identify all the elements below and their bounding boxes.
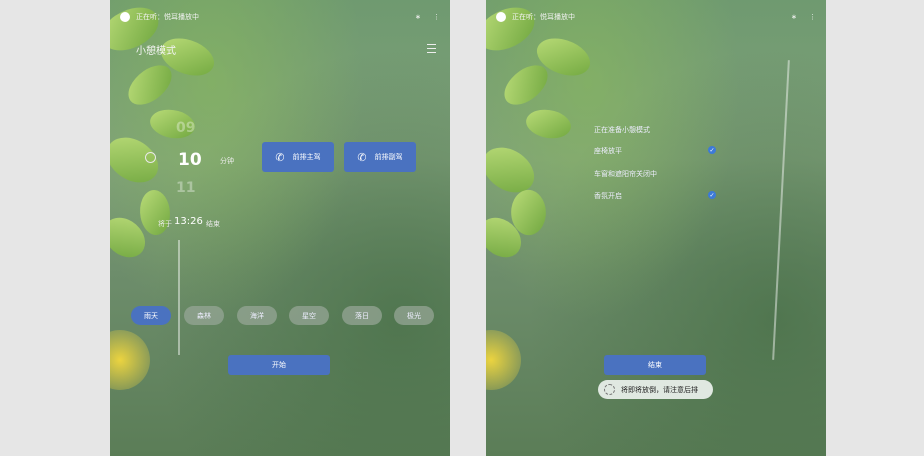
start-button[interactable]: 开始 — [228, 355, 330, 375]
prep-heading: 正在准备小憩模式 — [594, 126, 650, 134]
signal-icon: ⋮ — [433, 13, 440, 21]
item-windows: 车窗和遮阳帘关闭中 — [594, 170, 657, 178]
menu-icon[interactable] — [427, 44, 436, 53]
status-text: 正在听：悦耳播放中 — [136, 13, 199, 21]
chip-sunset[interactable]: 落日 — [342, 306, 382, 325]
duration-picker-next[interactable]: 11 — [176, 180, 195, 196]
clock-icon — [145, 152, 156, 163]
right-screen: 正在听：悦耳播放中 ∗ ⋮ 正在准备小憩模式 座椅放平 ✓ 车窗和遮阳帘关闭中 … — [486, 0, 826, 456]
status-icons: ∗ ⋮ — [415, 13, 440, 21]
phone-icon: ✆ — [275, 150, 285, 164]
spinner-icon — [604, 384, 615, 395]
rain-streak — [178, 240, 180, 355]
rain-streak — [772, 60, 790, 360]
avatar — [120, 12, 130, 22]
bluetooth-icon: ∗ — [415, 13, 421, 21]
end-label: 将于 — [158, 220, 172, 228]
item-fragrance: 香氛开启 — [594, 192, 622, 200]
duration-value[interactable]: 10 — [178, 150, 202, 170]
front-passenger-label: 前排副驾 — [374, 153, 403, 161]
flower-glow — [110, 330, 150, 390]
status-icons: ∗ ⋮ — [791, 13, 816, 21]
toast-text: 将即将放倒，请注意后排 — [621, 385, 698, 394]
item-seat: 座椅放平 — [594, 147, 622, 155]
status-bar: 正在听：悦耳播放中 ∗ ⋮ — [496, 10, 816, 24]
chip-starry[interactable]: 星空 — [289, 306, 329, 325]
avatar — [496, 12, 506, 22]
signal-icon: ⋮ — [809, 13, 816, 21]
phone-icon: ✆ — [357, 150, 367, 164]
chip-ocean[interactable]: 海洋 — [237, 306, 277, 325]
leaf-decoration — [523, 104, 574, 144]
left-screen: 正在听：悦耳播放中 ∗ ⋮ 小憩模式 09 10 分钟 11 将于 13:26 … — [110, 0, 450, 456]
end-time: 13:26 — [174, 216, 203, 227]
flower-glow — [486, 330, 521, 390]
check-icon: ✓ — [708, 191, 716, 199]
end-button[interactable]: 结束 — [604, 355, 706, 375]
duration-picker-prev[interactable]: 09 — [176, 120, 195, 136]
chip-aurora[interactable]: 极光 — [394, 306, 434, 325]
end-suffix: 结束 — [206, 220, 220, 228]
front-driver-button[interactable]: ✆ 前排主驾 — [262, 142, 334, 172]
check-icon: ✓ — [708, 146, 716, 154]
leaf-decoration — [110, 127, 167, 193]
front-driver-label: 前排主驾 — [292, 153, 321, 161]
status-text: 正在听：悦耳播放中 — [512, 13, 575, 21]
page-title: 小憩模式 — [136, 46, 176, 57]
status-bar: 正在听：悦耳播放中 ∗ ⋮ — [120, 10, 440, 24]
bluetooth-icon: ∗ — [791, 13, 797, 21]
leaf-decoration — [136, 187, 174, 238]
front-passenger-button[interactable]: ✆ 前排副驾 — [344, 142, 416, 172]
chip-forest[interactable]: 森林 — [184, 306, 224, 325]
toast-notice: 将即将放倒，请注意后排 — [598, 380, 713, 399]
duration-unit: 分钟 — [220, 157, 234, 165]
chip-rain[interactable]: 雨天 — [131, 306, 171, 325]
